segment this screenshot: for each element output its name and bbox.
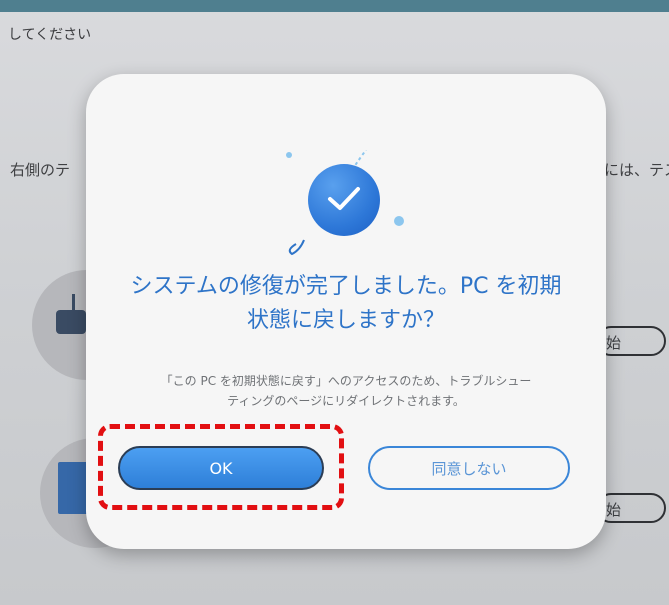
top-bar	[0, 0, 669, 12]
dialog-description-line-2: ティングのページにリダイレクトされます。	[227, 394, 465, 408]
disagree-button[interactable]: 同意しない	[368, 446, 570, 490]
checkmark-icon	[328, 187, 360, 210]
ok-button-highlight	[98, 424, 344, 510]
background-instruction-text: してください	[8, 27, 92, 43]
dialog-title-line-2: 状態に戻しますか？	[246, 308, 445, 333]
dialog-description-line-1: 「この PC を初期状態に戻す」へのアクセスのため、トラブルシュー	[160, 374, 532, 388]
check-circle-icon	[308, 164, 380, 236]
dialog-description: 「この PC を初期状態に戻す」へのアクセスのため、トラブルシュー ティングのペ…	[106, 371, 586, 411]
router-icon	[56, 294, 86, 334]
background-start-button-1-label: 始	[606, 334, 622, 352]
background-left-text: 右側のテ	[10, 161, 71, 179]
background-right-text: には、テス	[604, 161, 669, 179]
background-start-button-1: 始	[596, 326, 666, 356]
success-illustration	[282, 150, 412, 260]
dialog-title-line-1: システムの修復が完了しました。PC を初期	[130, 274, 562, 299]
background-start-button-2: 始	[596, 493, 666, 523]
dialog-title: システムの修復が完了しました。PC を初期 状態に戻しますか？	[106, 270, 586, 338]
background-start-button-2-label: 始	[606, 501, 622, 519]
